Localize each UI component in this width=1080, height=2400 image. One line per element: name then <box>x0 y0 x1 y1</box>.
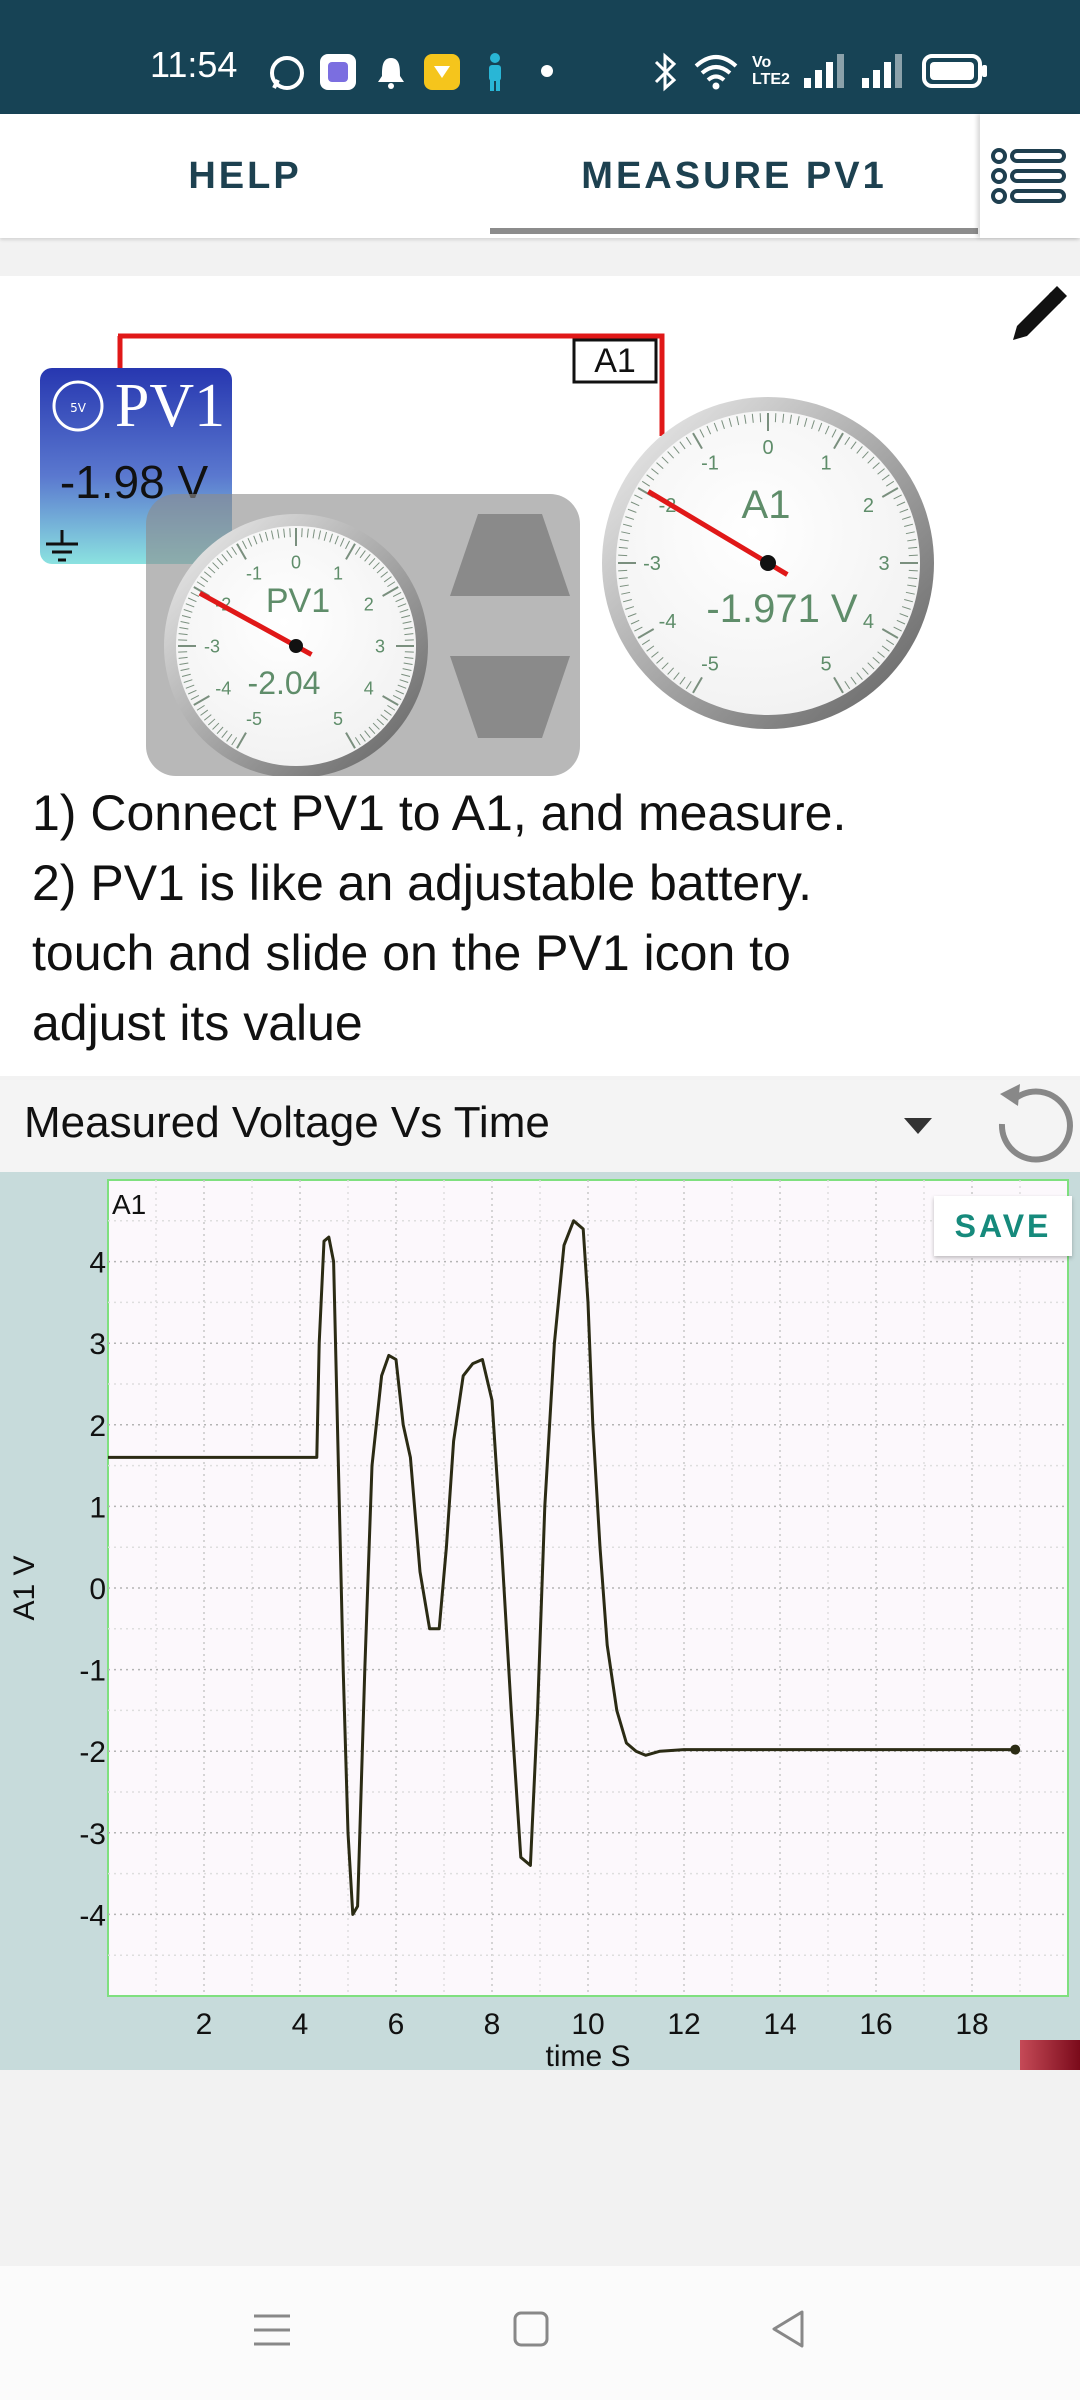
menu-button[interactable] <box>980 114 1080 238</box>
tab-bar: HELP MEASURE PV1 <box>0 114 1080 238</box>
back-icon[interactable] <box>768 2308 808 2350</box>
person-icon <box>489 53 501 91</box>
dial-tick-label: -1 <box>246 564 262 584</box>
dial-tick-label: 1 <box>820 453 831 475</box>
y-axis-label: A1 V <box>8 1555 41 1620</box>
battery-icon <box>922 54 987 88</box>
y-tick-label: -1 <box>79 1655 106 1688</box>
recents-menu-icon[interactable] <box>252 2310 292 2350</box>
y-tick-label: -2 <box>79 1736 106 1769</box>
dial-tick-label: -5 <box>701 653 719 675</box>
pv1-gauge-label: PV1 <box>266 582 330 620</box>
dial-tick-label: 0 <box>291 552 301 572</box>
y-tick-label: 2 <box>89 1410 106 1443</box>
status-time: 11:54 <box>150 44 238 85</box>
app-notification-icon <box>320 54 356 90</box>
list-menu-icon <box>991 148 1066 204</box>
instruction-line: 1) Connect PV1 to A1, and measure. <box>32 785 847 841</box>
voltage-time-chart[interactable]: 2 4 6 8 10 12 14 16 18-4-3-2-101234time SA1 VA1 <box>0 1172 1080 2070</box>
a1-wire-label: A1 <box>594 342 636 380</box>
a1-gauge-hub <box>760 555 776 571</box>
home-icon[interactable] <box>512 2310 550 2348</box>
x-tick-label: 14 <box>763 2008 796 2041</box>
signal-strength-icon-1 <box>804 54 844 88</box>
vpn-shield-icon <box>424 54 460 90</box>
instruction-line: adjust its value <box>32 995 363 1051</box>
circuit-schematic: A1 5V PV1 -1.98 V -5-4-3-2-1012345 A1 -1… <box>40 286 1067 776</box>
y-tick-label: 0 <box>89 1573 106 1606</box>
dial-tick-label: -3 <box>204 636 220 656</box>
whatsapp-icon <box>270 56 304 90</box>
y-tick-label: 1 <box>89 1491 106 1524</box>
signal-strength-icon-2 <box>862 54 902 88</box>
bell-icon <box>378 58 404 89</box>
instruction-line: touch and slide on the PV1 icon to <box>32 925 791 981</box>
pv1-control-overlay: -5-4-3-2-1012345 PV1 -2.04 <box>146 494 580 776</box>
x-tick-label: 2 <box>196 2008 213 2041</box>
dial-tick-label: -4 <box>215 678 231 698</box>
dial-tick-label: 1 <box>333 564 343 584</box>
dial-tick-label: 4 <box>863 611 874 633</box>
dial-tick-label: 2 <box>863 495 874 517</box>
dial-tick-label: 5 <box>820 653 831 675</box>
status-bar: 11:54 Vo LTE2 <box>0 0 1080 114</box>
save-button[interactable]: SAVE <box>934 1196 1072 1256</box>
instruction-line: 2) PV1 is like an adjustable battery. <box>32 855 813 911</box>
bluetooth-icon <box>654 52 677 92</box>
tab-active-indicator <box>490 228 978 234</box>
dial-tick-label: -5 <box>246 709 262 729</box>
a1-gauge: -5-4-3-2-1012345 A1 -1.971 V <box>602 397 934 729</box>
x-tick-label: 12 <box>667 2008 700 2041</box>
y-tick-label: -3 <box>79 1818 106 1851</box>
wifi-icon <box>694 55 738 90</box>
navigation-bar <box>0 2266 1080 2400</box>
tab-help[interactable]: HELP <box>0 114 490 238</box>
dial-tick-label: -4 <box>659 611 677 633</box>
dial-tick-label: 3 <box>878 553 889 575</box>
a1-gauge-value: -1.971 V <box>706 587 858 631</box>
a1-gauge-label: A1 <box>742 483 791 527</box>
pv1-badge: 5V <box>70 401 87 415</box>
pencil-edit-icon[interactable] <box>1013 286 1067 340</box>
pv1-source-title: PV1 <box>115 372 225 440</box>
pv1-gauge-value: -2.04 <box>248 665 321 701</box>
y-tick-label: 4 <box>89 1247 106 1280</box>
y-tick-label: -4 <box>79 1899 106 1932</box>
dial-tick-label: 2 <box>364 594 374 614</box>
x-tick-label: 4 <box>292 2008 309 2041</box>
dial-tick-label: -3 <box>643 553 661 575</box>
dial-tick-label: 0 <box>762 437 773 459</box>
dial-tick-label: 5 <box>333 709 343 729</box>
x-tick-label: 6 <box>388 2008 405 2041</box>
dot-icon <box>541 65 553 77</box>
series-end-point <box>1010 1744 1021 1755</box>
x-axis-label: time S <box>545 2040 630 2070</box>
instructions: 1) Connect PV1 to A1, and measure. 2) PV… <box>32 778 1052 1058</box>
x-tick-label: 18 <box>955 2008 988 2041</box>
dial-tick-label: 4 <box>364 678 374 698</box>
y-tick-label: 3 <box>89 1328 106 1361</box>
x-tick-label: 10 <box>571 2008 604 2041</box>
tab-measure-pv1[interactable]: MEASURE PV1 <box>490 114 978 238</box>
dial-tick-label: 3 <box>375 636 385 656</box>
refresh-icon[interactable] <box>980 1078 1078 1174</box>
x-tick-label: 16 <box>859 2008 892 2041</box>
dial-tick-label: -1 <box>701 453 719 475</box>
chevron-down-icon[interactable] <box>900 1114 936 1138</box>
series-label: A1 <box>112 1189 146 1220</box>
colorbar <box>1020 2040 1080 2070</box>
graph-type-dropdown[interactable]: Measured Voltage Vs Time <box>24 1098 550 1148</box>
pv1-gauge-hub <box>289 639 303 653</box>
volte-indicator: Vo LTE2 <box>752 54 790 88</box>
x-tick-label: 8 <box>484 2008 501 2041</box>
